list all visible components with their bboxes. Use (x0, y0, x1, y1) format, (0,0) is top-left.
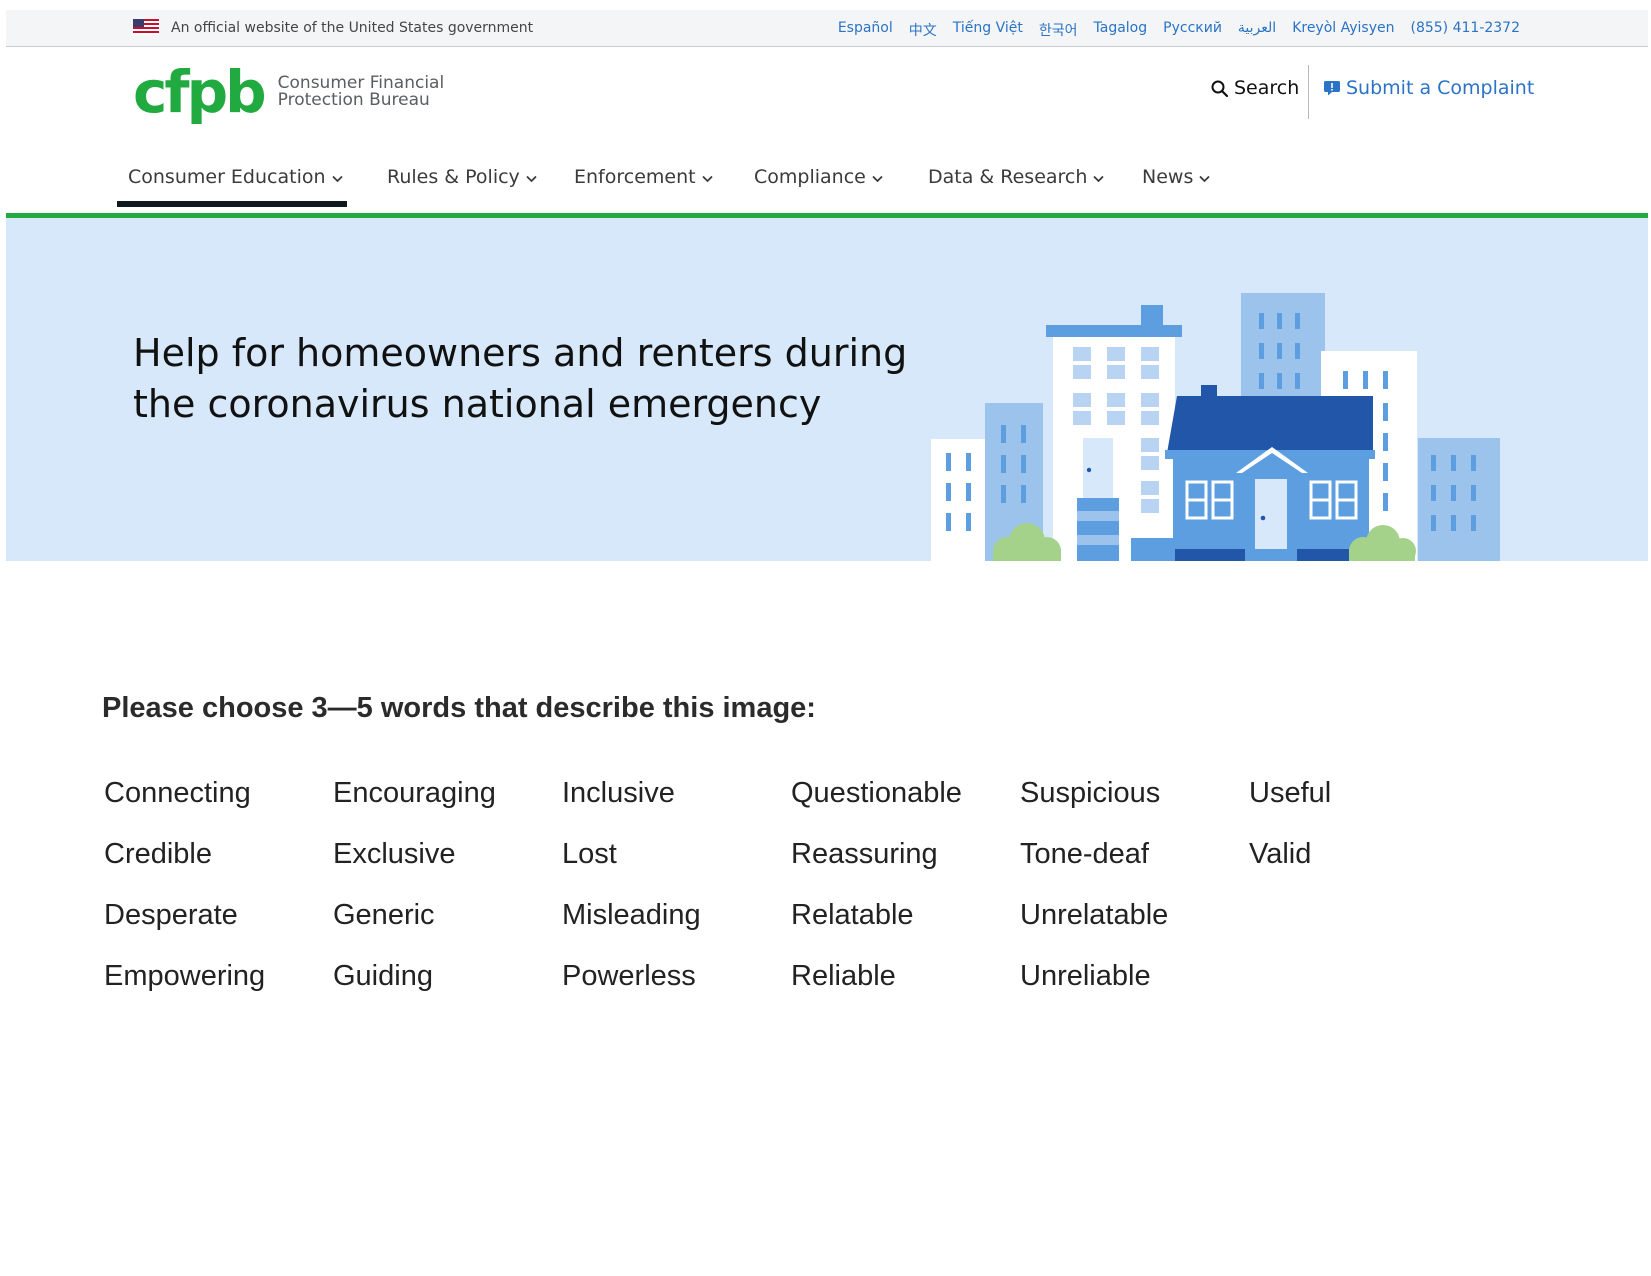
website-screenshot: An official website of the United States… (6, 10, 1648, 561)
chevron-down-icon (701, 175, 713, 183)
nav-enforcement[interactable]: Enforcement (574, 162, 713, 210)
lang-link-haitian-creole[interactable]: Kreyòl Ayisyen (1292, 20, 1394, 40)
word-option[interactable]: Tone-deaf (1020, 838, 1149, 871)
search-label: Search (1234, 77, 1300, 99)
logo-line-2: Protection Bureau (277, 90, 430, 110)
word-option[interactable]: Misleading (562, 899, 701, 932)
nav-label: News (1142, 166, 1194, 188)
nav-label: Data & Research (928, 166, 1088, 188)
hero-banner[interactable]: Help for homeowners and renters during t… (6, 218, 1648, 561)
city-house-illustration (931, 293, 1500, 561)
word-option[interactable]: Empowering (104, 960, 265, 993)
word-option[interactable]: Lost (562, 838, 617, 871)
chevron-down-icon (1093, 175, 1105, 183)
word-option[interactable]: Questionable (791, 777, 962, 810)
site-header: cfpb Consumer Financial Protection Burea… (6, 47, 1648, 147)
word-option[interactable]: Unrelatable (1020, 899, 1168, 932)
phone-link[interactable]: (855) 411-2372 (1411, 20, 1521, 40)
nav-label: Consumer Education (128, 166, 326, 188)
word-option[interactable]: Generic (333, 899, 435, 932)
word-option[interactable]: Encouraging (333, 777, 496, 810)
word-option[interactable]: Unreliable (1020, 960, 1151, 993)
complaint-icon (1324, 81, 1340, 96)
nav-label: Rules & Policy (387, 166, 520, 188)
chevron-down-icon (526, 175, 537, 183)
language-links: Español 中文 Tiếng Việt 한국어 Tagalog Русски… (838, 20, 1520, 40)
hero-title-line-1: Help for homeowners and renters during (133, 331, 908, 375)
main-nav: Consumer Education Rules & Policy Enforc… (6, 162, 1648, 212)
nav-compliance[interactable]: Compliance (754, 162, 883, 210)
search-icon (1211, 80, 1228, 97)
word-option[interactable]: Useful (1249, 777, 1331, 810)
lang-link-espanol[interactable]: Español (838, 20, 893, 40)
gov-banner-text: An official website of the United States… (171, 20, 534, 36)
nav-news[interactable]: News (1142, 162, 1210, 210)
lang-link-arabic[interactable]: العربية (1238, 20, 1276, 40)
lang-link-chinese[interactable]: 中文 (909, 20, 937, 40)
nav-active-indicator (117, 201, 347, 207)
hero-title-line-2: the coronavirus national emergency (133, 382, 822, 426)
word-option[interactable]: Connecting (104, 777, 251, 810)
word-option[interactable]: Desperate (104, 899, 238, 932)
gov-banner: An official website of the United States… (6, 10, 1648, 47)
chevron-down-icon (872, 175, 883, 183)
hero-title: Help for homeowners and renters during t… (133, 328, 933, 430)
word-option[interactable]: Suspicious (1020, 777, 1160, 810)
logo-mark: cfpb (133, 58, 267, 126)
cfpb-logo[interactable]: cfpb Consumer Financial Protection Burea… (133, 63, 444, 121)
nav-data-research[interactable]: Data & Research (928, 162, 1105, 210)
word-choice-grid: Connecting Credible Desperate Empowering… (104, 777, 1404, 1027)
survey-prompt: Please choose 3—5 words that describe th… (102, 692, 816, 724)
nav-label: Compliance (754, 166, 866, 188)
word-option[interactable]: Inclusive (562, 777, 675, 810)
word-option[interactable]: Credible (104, 838, 212, 871)
lang-link-vietnamese[interactable]: Tiếng Việt (953, 20, 1023, 40)
submit-complaint-link[interactable]: Submit a Complaint (1324, 77, 1534, 99)
word-option[interactable]: Reliable (791, 960, 896, 993)
chevron-down-icon (331, 175, 343, 183)
chevron-down-icon (1199, 175, 1210, 183)
word-option[interactable]: Valid (1249, 838, 1311, 871)
search-button[interactable]: Search (1211, 77, 1299, 99)
word-option[interactable]: Guiding (333, 960, 433, 993)
word-option[interactable]: Reassuring (791, 838, 938, 871)
nav-rules-policy[interactable]: Rules & Policy (387, 162, 537, 210)
word-option[interactable]: Powerless (562, 960, 696, 993)
header-divider (1308, 65, 1309, 119)
word-option[interactable]: Relatable (791, 899, 914, 932)
nav-label: Enforcement (574, 166, 696, 188)
lang-link-russian[interactable]: Русский (1163, 20, 1222, 40)
complaint-label: Submit a Complaint (1346, 77, 1535, 99)
lang-link-tagalog[interactable]: Tagalog (1094, 20, 1148, 40)
lang-link-korean[interactable]: 한국어 (1039, 20, 1078, 40)
us-flag-icon (133, 19, 159, 35)
logo-text: Consumer Financial Protection Bureau (278, 75, 445, 109)
word-option[interactable]: Exclusive (333, 838, 456, 871)
